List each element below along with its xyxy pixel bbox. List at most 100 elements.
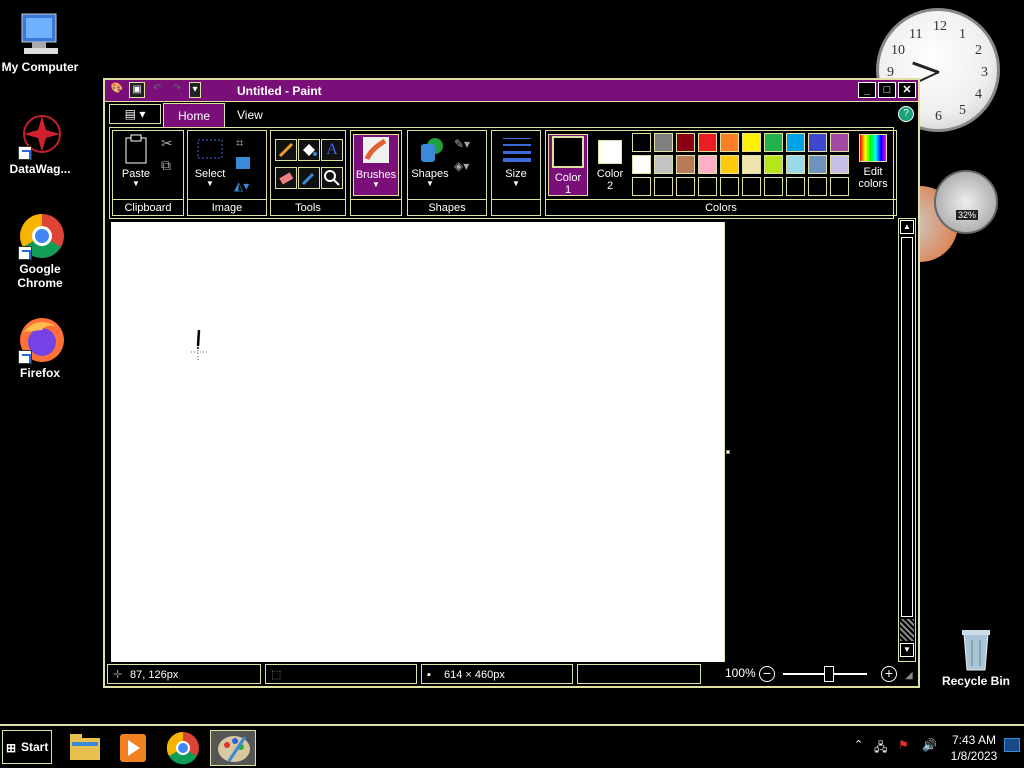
palette-color[interactable] (764, 155, 783, 174)
text-icon[interactable]: A (321, 139, 343, 161)
palette-custom-slot[interactable] (742, 177, 761, 196)
shape-fill-icon[interactable]: ◈▾ (454, 159, 469, 173)
shortcut-arrow-icon (18, 350, 32, 364)
group-label: Clipboard (113, 199, 183, 215)
action-center-icon[interactable]: ⚑ (898, 738, 909, 752)
brushes-button[interactable]: Brushes ▼ (353, 134, 399, 196)
redo-icon[interactable]: ↷ (169, 82, 185, 98)
title-bar[interactable]: 🎨 ▣ ↶ ↷ ▾ Untitled - Paint _ □ ✕ (105, 80, 918, 102)
palette-custom-slot[interactable] (632, 177, 651, 196)
select-button[interactable]: Select ▼ (192, 134, 228, 188)
size-button[interactable]: Size ▼ (496, 134, 536, 188)
gauge-percent: 32% (956, 210, 979, 220)
palette-color[interactable] (808, 155, 827, 174)
color-picker-icon[interactable] (298, 167, 320, 189)
magnifier-icon[interactable] (321, 167, 343, 189)
scroll-thumb[interactable] (901, 237, 913, 617)
palette-color[interactable] (742, 155, 761, 174)
start-button[interactable]: ⊞ Start (2, 730, 52, 764)
palette-custom-slot[interactable] (808, 177, 827, 196)
paste-button[interactable]: Paste ▼ (117, 134, 155, 188)
customize-qat-icon[interactable]: ▾ (189, 82, 201, 98)
color2-button[interactable]: Color 2 (592, 134, 628, 192)
palette-color[interactable] (632, 155, 651, 174)
palette-custom-slot[interactable] (676, 177, 695, 196)
paint-app-icon[interactable]: 🎨 (109, 82, 125, 98)
palette-color[interactable] (632, 133, 651, 152)
desktop-icon-firefox[interactable]: Firefox (0, 316, 80, 380)
palette-color[interactable] (676, 155, 695, 174)
crop-icon[interactable]: ⌗ (236, 135, 243, 151)
tab-home[interactable]: Home (163, 103, 226, 127)
eraser-icon[interactable] (275, 167, 297, 189)
memory-gauge-gadget[interactable]: 32% (934, 170, 998, 234)
zoom-slider-thumb[interactable] (824, 666, 835, 682)
palette-custom-slot[interactable] (698, 177, 717, 196)
close-button[interactable]: ✕ (898, 82, 916, 98)
palette-custom-slot[interactable] (830, 177, 849, 196)
scroll-down-button[interactable]: ▼ (900, 643, 914, 657)
paint-menu-button[interactable]: ▤ ▾ (109, 104, 161, 124)
palette-color[interactable] (698, 155, 717, 174)
fill-icon[interactable] (298, 139, 320, 161)
palette-color[interactable] (742, 133, 761, 152)
palette-custom-slot[interactable] (764, 177, 783, 196)
help-icon[interactable]: ? (898, 106, 914, 122)
taskbar-paint[interactable] (210, 730, 256, 766)
canvas-resize-handle[interactable] (726, 450, 730, 454)
desktop-icon-chrome[interactable]: Google Chrome (0, 212, 80, 290)
palette-color[interactable] (676, 133, 695, 152)
resize-grip-icon[interactable]: ◢ (905, 670, 913, 681)
paint-window[interactable]: 🎨 ▣ ↶ ↷ ▾ Untitled - Paint _ □ ✕ ▤ ▾ Hom… (103, 78, 920, 688)
network-icon[interactable]: 🖧 (874, 738, 887, 759)
palette-color[interactable] (808, 133, 827, 152)
shapes-button[interactable]: Shapes ▼ (410, 134, 450, 188)
show-desktop-button[interactable] (1004, 738, 1020, 752)
palette-color[interactable] (764, 133, 783, 152)
palette-color[interactable] (654, 133, 673, 152)
taskbar-clock[interactable]: 7:43 AM 1/8/2023 (944, 732, 1004, 764)
drawing-canvas[interactable] (111, 222, 725, 662)
desktop-icon-datawag[interactable]: DataWag... (0, 112, 80, 176)
group-label: Tools (271, 199, 345, 215)
palette-custom-slot[interactable] (720, 177, 739, 196)
show-hidden-icons-icon[interactable]: ⌃ (854, 738, 863, 751)
palette-color[interactable] (830, 133, 849, 152)
color1-button[interactable]: Color 1 (548, 134, 588, 196)
canvas-workspace (109, 220, 899, 662)
volume-icon[interactable]: 🔊 (922, 738, 937, 752)
vertical-scrollbar[interactable]: ▲ ▼ (898, 218, 916, 662)
undo-icon[interactable]: ↶ (149, 82, 165, 98)
outline-icon[interactable]: ✎▾ (454, 137, 470, 151)
save-icon[interactable]: ▣ (129, 82, 145, 98)
taskbar-explorer[interactable] (62, 730, 108, 766)
copy-icon[interactable]: ⧉ (161, 157, 171, 174)
palette-custom-slot[interactable] (654, 177, 673, 196)
pencil-icon[interactable] (275, 139, 297, 161)
resize-icon[interactable] (236, 157, 250, 169)
zoom-in-button[interactable]: + (881, 666, 897, 682)
taskbar-chrome[interactable] (160, 730, 206, 766)
maximize-button[interactable]: □ (878, 82, 896, 98)
minimize-button[interactable]: _ (858, 82, 876, 98)
taskbar-media-player[interactable] (110, 730, 156, 766)
tab-view[interactable]: View (223, 103, 277, 127)
datawag-icon (16, 112, 64, 160)
desktop-icon-recycle-bin[interactable]: Recycle Bin (934, 624, 1018, 688)
palette-color[interactable] (654, 155, 673, 174)
zoom-out-button[interactable]: − (759, 666, 775, 682)
palette-color[interactable] (720, 133, 739, 152)
rotate-icon[interactable]: ◭▾ (234, 179, 249, 193)
cut-icon[interactable]: ✂ (161, 135, 173, 152)
palette-color[interactable] (720, 155, 739, 174)
edit-colors-button[interactable]: Edit colors (852, 134, 894, 190)
scroll-up-button[interactable]: ▲ (900, 220, 914, 234)
palette-custom-slot[interactable] (786, 177, 805, 196)
color2-swatch (598, 140, 622, 164)
desktop-icon-my-computer[interactable]: My Computer (0, 10, 80, 74)
palette-color[interactable] (786, 155, 805, 174)
folder-icon (70, 734, 100, 760)
palette-color[interactable] (830, 155, 849, 174)
palette-color[interactable] (786, 133, 805, 152)
palette-color[interactable] (698, 133, 717, 152)
